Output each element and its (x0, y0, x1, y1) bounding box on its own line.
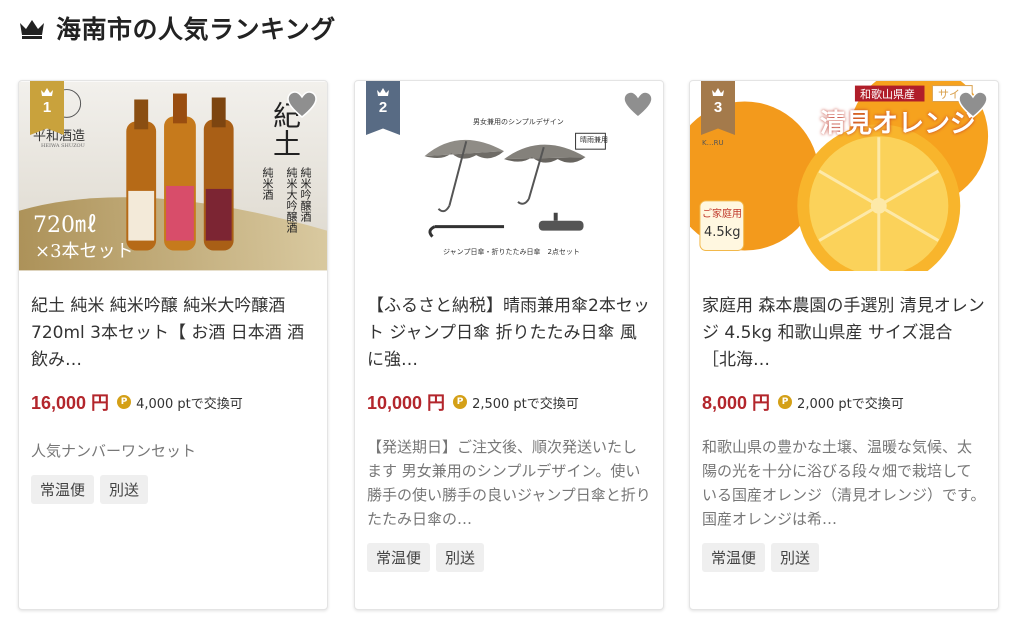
product-description: 和歌山県の豊かな土壌、温暖な気候、太陽の光を十分に浴びる段々畑で栽培している国産… (702, 438, 986, 528)
image-caption-top: 男女兼用のシンプルデザイン (473, 118, 564, 126)
rank-badge: 2 (366, 81, 400, 135)
price-row: 10,000 円 P 2,500 ptで交換可 (367, 389, 651, 415)
ranking-card-2[interactable]: 男女兼用のシンプルデザイン 晴雨兼用 ジャンプ日傘・折りたたみ日傘 2点セット … (354, 80, 664, 610)
tag-list: 常温便 別送 (367, 543, 651, 572)
tag-shipping: 別送 (100, 475, 149, 504)
rank-badge: 3 (701, 81, 735, 135)
point-icon: P (453, 395, 468, 409)
rank-number: 1 (42, 99, 52, 116)
price: 16,000 円 (31, 393, 110, 413)
tag-delivery: 常温便 (702, 543, 766, 572)
crown-icon (377, 88, 389, 96)
tag-delivery: 常温便 (367, 543, 431, 572)
home-use-label: ご家庭用 (702, 209, 742, 220)
product-title[interactable]: 【ふるさと納税】晴雨兼用傘2本セット ジャンプ日傘 折りたたみ日傘 風に強… (367, 293, 651, 374)
label-col2: 純米大吟醸酒 (285, 167, 298, 233)
favorite-heart-icon[interactable] (623, 91, 653, 119)
points-exchange: 4,000 ptで交換可 (136, 396, 243, 412)
section-header: 海南市の人気ランキング (18, 10, 336, 46)
rank-number: 2 (378, 99, 388, 116)
rank-badge: 1 (30, 81, 64, 135)
brand-name-en: HEIWA SHUZOU (41, 143, 85, 149)
tag-list: 常温便 別送 (702, 543, 986, 572)
favorite-heart-icon[interactable] (958, 91, 988, 119)
price-row: 8,000 円 P 2,000 ptで交換可 (702, 389, 986, 415)
label-col1: 純米吟醸酒 (299, 167, 312, 222)
points-exchange: 2,000 ptで交換可 (797, 396, 904, 412)
product-image[interactable]: 和歌山県産 サイ 清見オレンジ ご家庭用 4.5kg K…RU 3 (690, 81, 998, 271)
price-row: 16,000 円 P 4,000 ptで交換可 (31, 389, 315, 415)
tag-shipping: 別送 (436, 543, 485, 572)
price: 8,000 円 (702, 393, 771, 413)
volume-label: 720㎖ (33, 213, 97, 238)
tag-delivery: 常温便 (31, 475, 95, 504)
product-image[interactable]: 男女兼用のシンプルデザイン 晴雨兼用 ジャンプ日傘・折りたたみ日傘 2点セット … (355, 81, 663, 271)
favorite-heart-icon[interactable] (287, 91, 317, 119)
region-badge: 和歌山県産 (860, 88, 915, 101)
size-badge: サイ (938, 88, 960, 101)
image-badge: 晴雨兼用 (580, 136, 608, 144)
crown-icon (41, 88, 53, 96)
price: 10,000 円 (367, 393, 446, 413)
product-title[interactable]: 家庭用 森本農園の手選別 清見オレンジ 4.5kg 和歌山県産 サイズ混合［北海… (702, 293, 986, 374)
label-col3: 純米酒 (261, 167, 274, 200)
image-product-name: 清見オレンジ (820, 109, 977, 139)
product-description: 人気ナンバーワンセット (31, 442, 197, 460)
weight-label: 4.5kg (704, 225, 741, 240)
crown-icon (712, 88, 724, 96)
tag-list: 常温便 別送 (31, 475, 315, 504)
image-caption-bottom: ジャンプ日傘・折りたたみ日傘 2点セット (443, 248, 580, 256)
product-title[interactable]: 紀土 純米 純米吟醸 純米大吟醸酒 720ml 3本セット【 お酒 日本酒 酒 … (31, 293, 315, 374)
farm-logo-text: K…RU (702, 139, 724, 147)
section-title: 海南市の人気ランキング (56, 15, 336, 44)
product-description: 【発送期日】ご注文後、順次発送いたします 男女兼用のシンプルデザイン。使い勝手の… (367, 438, 651, 528)
ranking-card-1[interactable]: 平和酒造 HEIWA SHUZOU 紀土 純米吟醸酒 純米大吟醸酒 純米酒 72… (18, 80, 328, 610)
crown-icon (20, 20, 44, 39)
umbrella-set-image (355, 81, 663, 271)
product-image[interactable]: 平和酒造 HEIWA SHUZOU 紀土 純米吟醸酒 純米大吟醸酒 純米酒 72… (19, 81, 327, 271)
points-exchange: 2,500 ptで交換可 (472, 396, 579, 412)
point-icon: P (778, 395, 793, 409)
set-label: ×3本セット (35, 241, 134, 262)
point-icon: P (117, 395, 132, 409)
tag-shipping: 別送 (771, 543, 820, 572)
ranking-card-3[interactable]: 和歌山県産 サイ 清見オレンジ ご家庭用 4.5kg K…RU 3 家庭用 森本… (689, 80, 999, 610)
rank-number: 3 (713, 99, 723, 116)
